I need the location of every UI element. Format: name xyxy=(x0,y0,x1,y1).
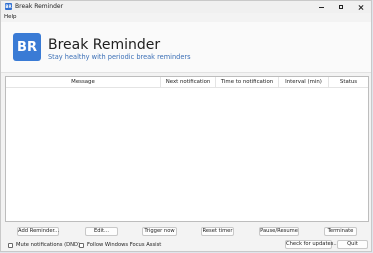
mute-checkbox-label: Mute notifications (DND) xyxy=(16,242,81,248)
table-header: Message Next notification Time to notifi… xyxy=(6,77,368,88)
column-header-time-to-notification[interactable]: Time to notification xyxy=(216,77,279,87)
column-header-message[interactable]: Message xyxy=(6,77,161,87)
app-icon: BR xyxy=(5,3,12,10)
column-header-next-notification[interactable]: Next notification xyxy=(161,77,216,87)
focus-assist-checkbox[interactable]: Follow Windows Focus Assist xyxy=(79,241,161,249)
app-logo: BR xyxy=(13,33,41,61)
check-for-updates-button[interactable]: Check for updates... xyxy=(285,240,338,249)
reminders-table[interactable]: Message Next notification Time to notifi… xyxy=(5,76,369,222)
close-button[interactable] xyxy=(351,1,371,13)
app-window: BR Break Reminder Help BR Break Reminder… xyxy=(0,0,372,252)
app-subtitle: Stay healthy with periodic break reminde… xyxy=(48,53,191,61)
minimize-icon xyxy=(318,6,324,8)
edit-button[interactable]: Edit... xyxy=(85,227,118,236)
add-reminder-button[interactable]: Add Reminder... xyxy=(17,227,59,236)
close-icon xyxy=(358,4,364,10)
menu-bar: Help xyxy=(1,13,371,21)
menu-help[interactable]: Help xyxy=(4,13,17,21)
window-title: Break Reminder xyxy=(15,3,64,10)
pause-resume-button[interactable]: Pause/Resume xyxy=(259,227,299,236)
focus-assist-checkbox-label: Follow Windows Focus Assist xyxy=(87,242,162,248)
terminate-button[interactable]: Terminate xyxy=(324,227,357,236)
column-header-status[interactable]: Status xyxy=(329,77,368,87)
mute-checkbox-box[interactable] xyxy=(8,242,13,248)
reset-timer-button[interactable]: Reset timer xyxy=(201,227,234,236)
trigger-now-button[interactable]: Trigger now xyxy=(142,227,177,236)
app-header: BR Break Reminder Stay healthy with peri… xyxy=(1,22,371,73)
quit-button[interactable]: Quit xyxy=(337,240,368,249)
maximize-icon xyxy=(339,5,343,9)
app-title: Break Reminder xyxy=(48,37,161,53)
column-header-interval[interactable]: Interval (min) xyxy=(279,77,329,87)
mute-notifications-checkbox[interactable]: Mute notifications (DND) xyxy=(8,241,80,249)
maximize-button[interactable] xyxy=(331,1,351,13)
minimize-button[interactable] xyxy=(311,1,331,13)
title-bar[interactable]: BR Break Reminder xyxy=(1,1,371,13)
focus-assist-checkbox-box[interactable] xyxy=(79,242,84,248)
